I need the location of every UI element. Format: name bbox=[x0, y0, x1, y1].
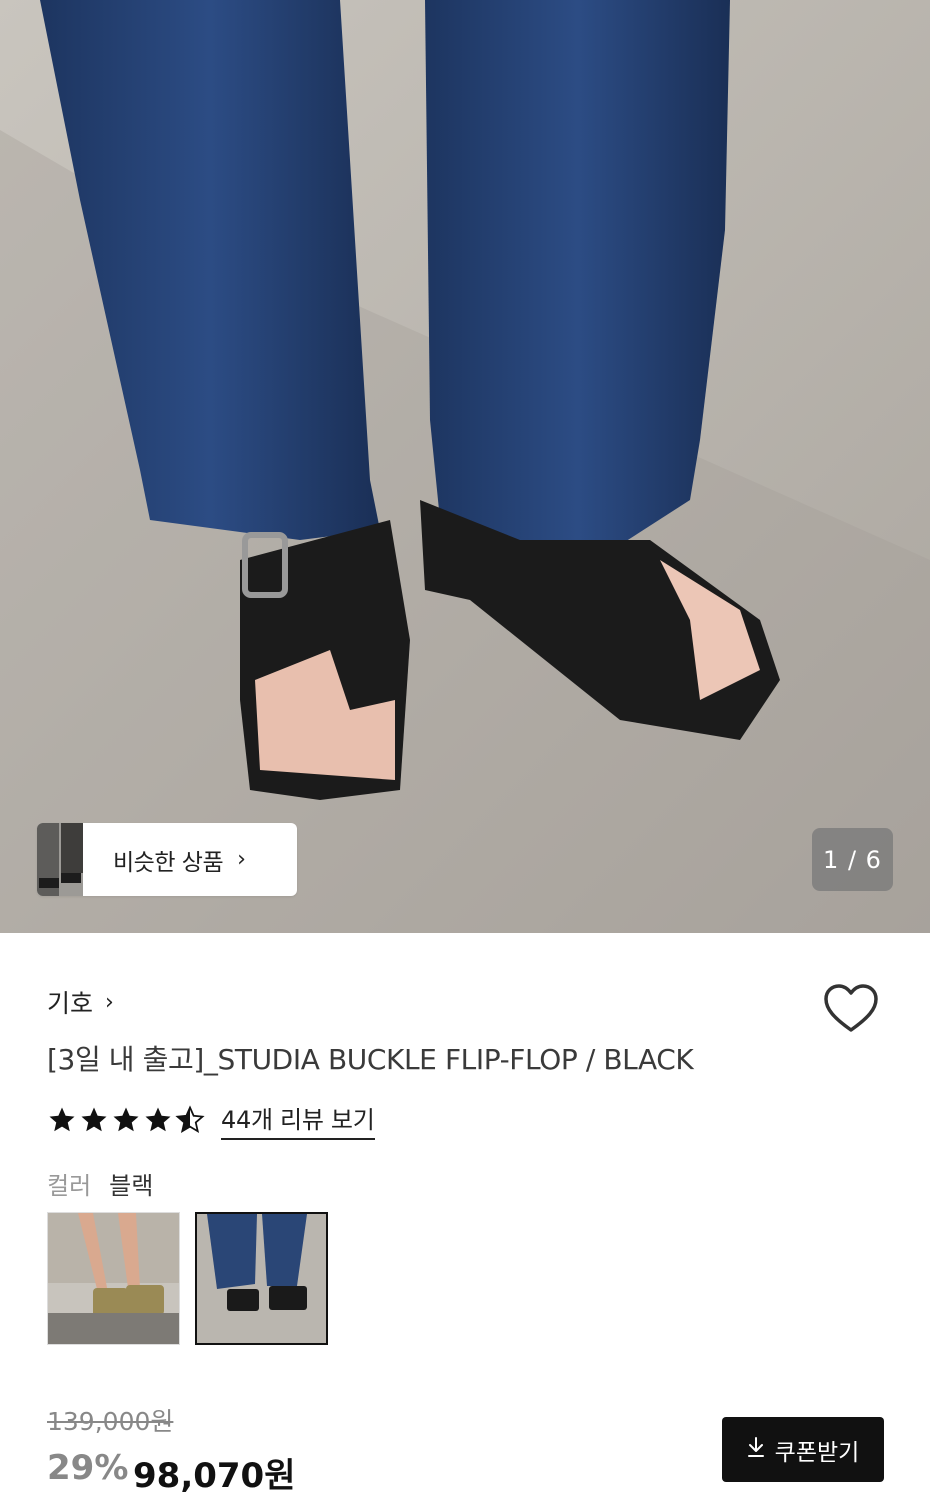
rating-row: 44개 리뷰 보기 bbox=[47, 1100, 375, 1140]
color-swatch-black[interactable] bbox=[195, 1212, 328, 1345]
chevron-right-icon: › bbox=[105, 989, 114, 1015]
heart-icon[interactable] bbox=[822, 980, 880, 1038]
image-counter: 1 / 6 bbox=[812, 828, 893, 891]
download-icon bbox=[747, 1437, 765, 1462]
color-row: 컬러 블랙 bbox=[47, 1166, 153, 1201]
product-photo bbox=[0, 0, 930, 933]
half-star-icon bbox=[175, 1105, 205, 1134]
final-price: 98,070원 bbox=[133, 1456, 296, 1496]
discount-rate: 29% bbox=[47, 1448, 129, 1488]
original-price: 139,000원 bbox=[47, 1407, 174, 1436]
brand-link[interactable]: 기호 › bbox=[47, 984, 114, 1020]
review-link[interactable]: 44개 리뷰 보기 bbox=[221, 1100, 375, 1140]
chevron-right-icon: › bbox=[237, 847, 246, 872]
similar-products-label: 비슷한 상품 bbox=[113, 849, 224, 876]
coupon-label: 쿠폰받기 bbox=[774, 1439, 860, 1466]
color-swatch-khaki[interactable] bbox=[47, 1212, 180, 1345]
star-icon bbox=[113, 1107, 139, 1132]
star-rating bbox=[47, 1105, 207, 1135]
star-icon bbox=[49, 1107, 75, 1132]
coupon-button[interactable]: 쿠폰받기 bbox=[722, 1417, 884, 1482]
color-value: 블랙 bbox=[109, 1172, 154, 1200]
star-icon bbox=[145, 1107, 171, 1132]
product-hero-image[interactable]: 비슷한 상품 › 1 / 6 bbox=[0, 0, 930, 933]
star-icon bbox=[81, 1107, 107, 1132]
similar-products-button[interactable]: 비슷한 상품 › bbox=[37, 823, 297, 896]
similar-product-thumbnail bbox=[37, 823, 83, 896]
brand-name: 기호 bbox=[47, 989, 94, 1018]
color-label: 컬러 bbox=[47, 1172, 92, 1200]
product-title: [3일 내 출고]_STUDIA BUCKLE FLIP-FLOP / BLAC… bbox=[47, 1043, 694, 1076]
